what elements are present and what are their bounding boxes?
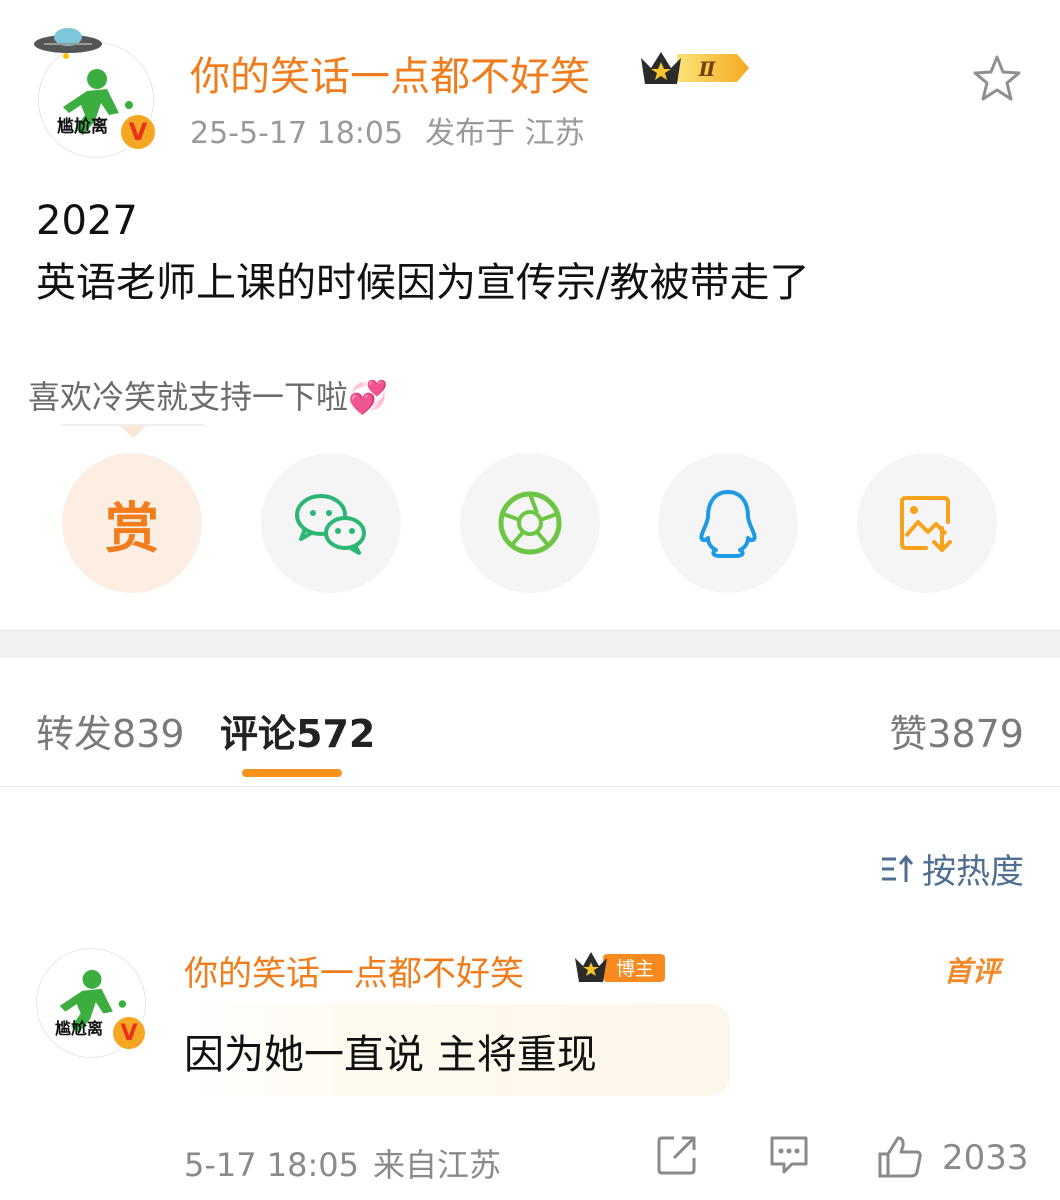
reward-icon: 赏 <box>105 496 159 560</box>
save-image-button[interactable] <box>857 453 997 593</box>
share-row: 赏 <box>0 453 1060 593</box>
tab-repost-label: 转发 <box>36 712 113 756</box>
comment-like-count: 2033 <box>942 1138 1029 1178</box>
section-separator <box>0 630 1060 658</box>
comment-author-avatar[interactable]: 尴尬离 V <box>36 948 148 1058</box>
active-tab-indicator <box>242 769 342 777</box>
tab-comment-count: 572 <box>296 712 376 756</box>
author-badge: 博主 <box>573 948 667 990</box>
star-icon <box>973 55 1021 101</box>
post-username[interactable]: 你的笑话一点都不好笑 <box>190 44 590 102</box>
comment-share-button[interactable] <box>656 1134 698 1180</box>
post-body-text: 2027 英语老师上课的时候因为宣传宗/教被带走了 <box>36 198 810 306</box>
crown-level-text: Ⅱ <box>698 57 717 81</box>
tab-like[interactable]: 赞3879 <box>889 703 1024 758</box>
comment-reply-button[interactable] <box>768 1134 810 1180</box>
comment-avatar-label: 尴尬离 <box>55 1019 104 1038</box>
share-wechat-button[interactable] <box>261 453 401 593</box>
post-meta: 25-5-17 18:05 发布于 江苏 <box>190 108 585 152</box>
comment-username[interactable]: 你的笑话一点都不好笑 <box>184 946 524 995</box>
sort-label: 按热度 <box>922 852 1024 892</box>
support-pointer <box>120 426 146 438</box>
post-location: 发布于 江苏 <box>425 116 585 151</box>
ufo-decoration-icon <box>30 20 106 64</box>
comment-source: 来自江苏 <box>373 1146 502 1184</box>
comment-time: 5-17 18:05 <box>184 1146 360 1184</box>
save-image-icon <box>900 496 952 552</box>
tab-like-count: 3879 <box>927 712 1024 756</box>
qq-icon <box>699 490 757 558</box>
support-prompt: 喜欢冷笑就支持一下啦💞 <box>28 378 388 416</box>
sort-by-hot-button[interactable]: 按热度 <box>880 844 1024 893</box>
tabs-divider <box>0 786 1060 787</box>
sort-icon <box>882 854 914 882</box>
share-icon <box>657 1136 696 1175</box>
wechat-moments-icon <box>498 491 562 555</box>
weibo-post-detail: 尴尬离 V 你的笑话一点都不好笑 Ⅱ 25-5-17 18:05 发布于 江苏 … <box>0 0 1060 1200</box>
tab-like-label: 赞 <box>889 712 928 756</box>
thumbs-up-icon <box>878 1136 922 1178</box>
tab-repost[interactable]: 转发839 <box>36 703 185 758</box>
reward-button[interactable]: 赏 <box>62 453 202 593</box>
tab-comment[interactable]: 评论572 <box>220 703 375 758</box>
tab-comment-label: 评论 <box>220 712 297 756</box>
wechat-icon <box>295 494 366 555</box>
comment-meta: 5-17 18:05 来自江苏 <box>184 1140 501 1186</box>
share-moments-button[interactable] <box>460 453 600 593</box>
verified-badge: V <box>118 112 158 152</box>
first-comment-tag: 首评 <box>944 955 1001 988</box>
author-badge-label: 博主 <box>616 958 654 980</box>
post-author-avatar[interactable]: 尴尬离 V <box>34 28 158 158</box>
share-qq-button[interactable] <box>658 453 798 593</box>
avatar-label: 尴尬离 <box>57 117 108 137</box>
comment-like-button[interactable] <box>876 1134 924 1184</box>
favorite-star-button[interactable] <box>970 52 1024 106</box>
tab-repost-count: 839 <box>112 712 185 756</box>
crown-level-badge[interactable]: Ⅱ <box>637 46 751 94</box>
comment-text: 因为她一直说 主将重现 <box>184 1032 597 1078</box>
comment-icon <box>770 1136 808 1174</box>
comment-verified-badge: V <box>110 1014 148 1052</box>
post-time: 25-5-17 18:05 <box>190 116 404 151</box>
